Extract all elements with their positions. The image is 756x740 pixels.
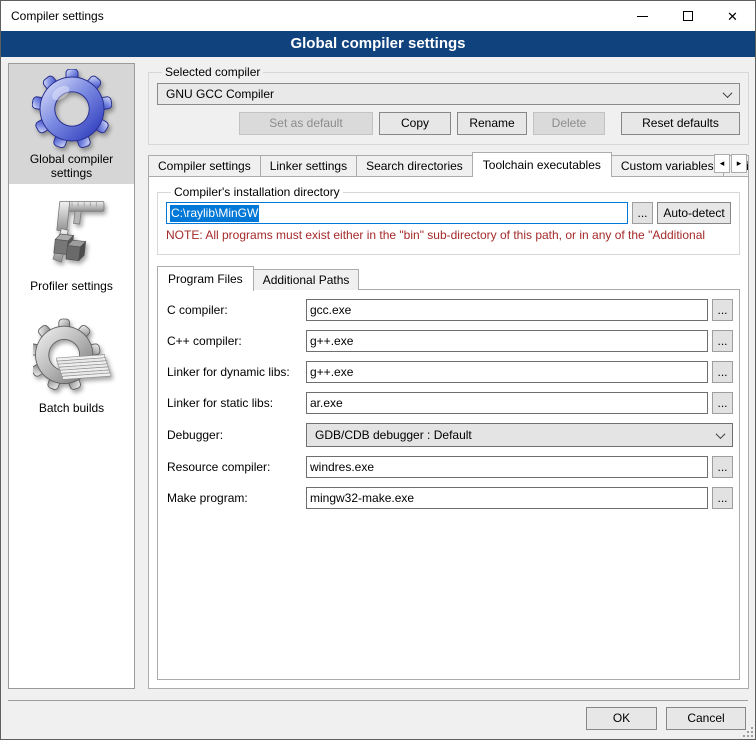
settings-category-sidebar: Global compiler settings [8,63,135,689]
c-compiler-input[interactable]: gcc.exe [306,299,708,321]
c-compiler-value: gcc.exe [310,303,351,317]
sidebar-item-label: Global compiler settings [9,152,134,180]
footer-separator [8,700,748,701]
program-files-page: C compiler: gcc.exe ... C++ compiler: g+… [157,289,740,680]
tab-scroll-arrows: ◂ ▸ [714,154,747,173]
ok-button[interactable]: OK [586,707,657,730]
compiler-actions: Set as default Copy Rename Delete Reset … [157,112,740,135]
resource-compiler-input[interactable]: windres.exe [306,456,708,478]
tab-scroll-right-button[interactable]: ▸ [731,154,747,173]
window-title: Compiler settings [11,1,104,31]
resource-compiler-browse-button[interactable]: ... [712,456,733,478]
copy-button[interactable]: Copy [379,112,451,135]
rename-button[interactable]: Rename [457,112,527,135]
resource-compiler-value: windres.exe [310,460,374,474]
make-program-value: mingw32-make.exe [310,491,414,505]
sidebar-item-batch-builds[interactable]: Batch builds [9,318,134,428]
c-compiler-row: C compiler: gcc.exe ... [164,299,733,321]
blue-gear-icon [32,69,112,149]
tab-compiler-settings[interactable]: Compiler settings [148,155,261,176]
close-button[interactable]: ✕ [710,1,755,31]
linker-static-value: ar.exe [310,396,343,410]
subtab-program-files[interactable]: Program Files [157,266,254,291]
compiler-settings-tabs: Compiler settings Linker settings Search… [148,151,749,176]
linker-dynamic-row: Linker for dynamic libs: g++.exe ... [164,361,733,383]
window-controls: ✕ [620,1,755,31]
chevron-down-icon [716,429,726,439]
subtab-additional-paths[interactable]: Additional Paths [253,269,360,290]
titlebar: Compiler settings ✕ [1,1,755,31]
auto-detect-button[interactable]: Auto-detect [657,202,731,224]
minimize-icon [637,16,648,17]
debugger-label: Debugger: [164,428,306,442]
linker-static-row: Linker for static libs: ar.exe ... [164,392,733,414]
installation-directory-group: Compiler's installation directory C:\ray… [157,185,740,255]
c-compiler-browse-button[interactable]: ... [712,299,733,321]
resource-compiler-label: Resource compiler: [164,460,306,474]
sidebar-item-label: Batch builds [9,401,134,415]
linker-dynamic-browse-button[interactable]: ... [712,361,733,383]
toolchain-executables-page: Compiler's installation directory C:\ray… [148,176,749,689]
compiler-settings-window: Compiler settings ✕ Global compiler sett… [0,0,756,740]
install-dir-browse-button[interactable]: ... [632,202,653,224]
cpp-compiler-label: C++ compiler: [164,334,306,348]
dialog-content: Global compiler settings [1,57,755,739]
selected-compiler-group: Selected compiler GNU GCC Compiler Set a… [148,65,749,145]
main-panel: Selected compiler GNU GCC Compiler Set a… [148,59,749,689]
cancel-button[interactable]: Cancel [666,707,746,730]
cpp-compiler-input[interactable]: g++.exe [306,330,708,352]
debugger-select[interactable]: GDB/CDB debugger : Default [306,423,733,447]
cpp-compiler-value: g++.exe [310,334,353,348]
linker-static-browse-button[interactable]: ... [712,392,733,414]
resize-grip[interactable] [743,727,753,737]
program-files-tabs: Program Files Additional Paths [157,265,740,290]
caliper-icon [34,192,110,276]
set-as-default-button[interactable]: Set as default [239,112,373,135]
sidebar-item-label: Profiler settings [9,279,134,293]
linker-static-label: Linker for static libs: [164,396,306,410]
install-dir-input[interactable]: C:\raylib\MinGW [166,202,628,224]
maximize-button[interactable] [665,1,710,31]
installation-directory-row: C:\raylib\MinGW ... Auto-detect [166,202,731,224]
resource-compiler-row: Resource compiler: windres.exe ... [164,456,733,478]
tab-custom-variables[interactable]: Custom variables [611,155,724,176]
compiler-select[interactable]: GNU GCC Compiler [157,83,740,105]
installation-directory-group-label: Compiler's installation directory [171,185,343,199]
make-program-browse-button[interactable]: ... [712,487,733,509]
tab-linker-settings[interactable]: Linker settings [260,155,357,176]
cpp-compiler-row: C++ compiler: g++.exe ... [164,330,733,352]
tab-toolchain-executables[interactable]: Toolchain executables [472,152,612,177]
close-icon: ✕ [727,10,738,23]
debugger-value: GDB/CDB debugger : Default [315,428,472,442]
sidebar-item-global-compiler-settings[interactable]: Global compiler settings [9,64,134,184]
minimize-button[interactable] [620,1,665,31]
linker-dynamic-value: g++.exe [310,365,353,379]
selected-compiler-group-label: Selected compiler [162,65,263,79]
debugger-row: Debugger: GDB/CDB debugger : Default [164,423,733,447]
make-program-row: Make program: mingw32-make.exe ... [164,487,733,509]
delete-button[interactable]: Delete [533,112,605,135]
tab-search-directories[interactable]: Search directories [356,155,473,176]
cpp-compiler-browse-button[interactable]: ... [712,330,733,352]
maximize-icon [683,11,693,21]
chevron-down-icon [723,88,733,98]
make-program-input[interactable]: mingw32-make.exe [306,487,708,509]
install-dir-selected-text: C:\raylib\MinGW [170,205,259,222]
gray-gear-stack-icon [33,318,111,398]
reset-defaults-button[interactable]: Reset defaults [621,112,740,135]
compiler-select-value: GNU GCC Compiler [166,87,274,101]
make-program-label: Make program: [164,491,306,505]
linker-dynamic-label: Linker for dynamic libs: [164,365,306,379]
c-compiler-label: C compiler: [164,303,306,317]
linker-static-input[interactable]: ar.exe [306,392,708,414]
linker-dynamic-input[interactable]: g++.exe [306,361,708,383]
sidebar-item-profiler-settings[interactable]: Profiler settings [9,192,134,302]
bin-subdirectory-note: NOTE: All programs must exist either in … [166,228,731,242]
dialog-header: Global compiler settings [1,31,755,57]
tab-scroll-left-button[interactable]: ◂ [714,154,730,173]
